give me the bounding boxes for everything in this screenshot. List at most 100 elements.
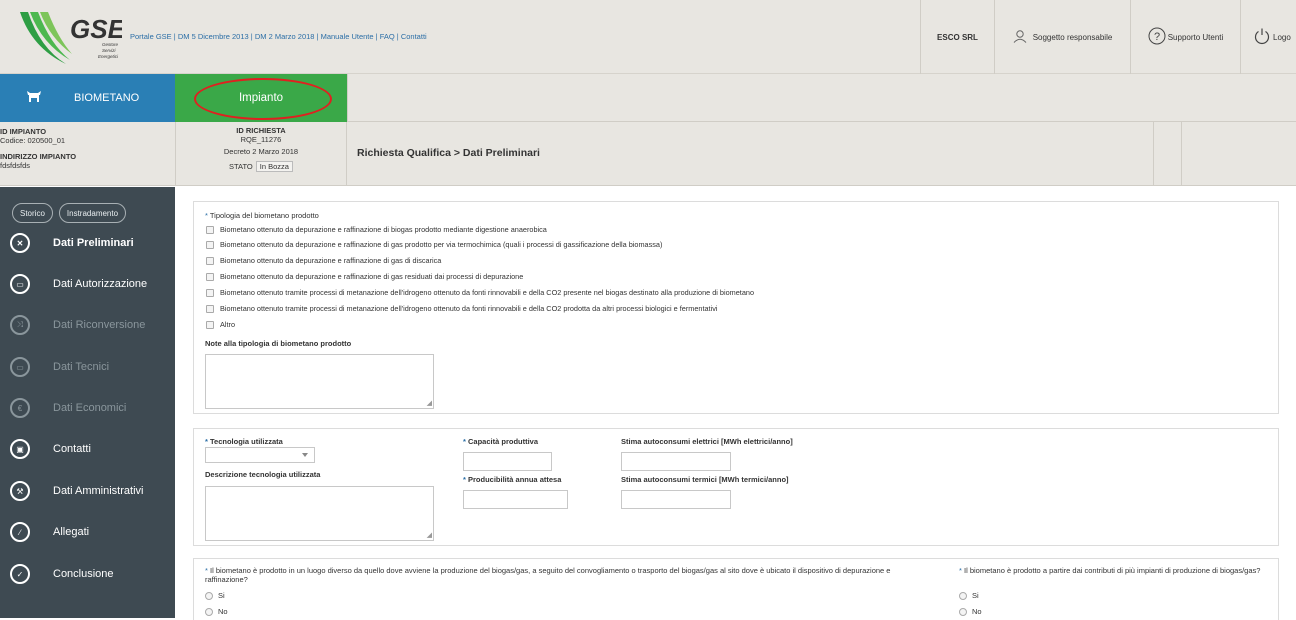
- wrench-icon: ⚒: [10, 481, 30, 501]
- sidebar-item-conclusione[interactable]: ✓ Conclusione: [10, 560, 114, 588]
- tab-bar-filler: [347, 74, 1296, 122]
- sidebar-item-dati-riconversione[interactable]: ⤨ Dati Riconversione: [10, 311, 145, 339]
- autocons-el-input[interactable]: [621, 452, 731, 471]
- sidebar-item-label: Dati Tecnici: [53, 361, 110, 373]
- tipologia-option-3[interactable]: Biometano ottenuto da depurazione e raff…: [206, 256, 441, 265]
- svg-text:Servizi: Servizi: [102, 48, 117, 53]
- radio-button[interactable]: [205, 607, 213, 616]
- q2-label-wrap: * Il biometano è prodotto a partire dai …: [959, 566, 1261, 575]
- id-impianto-label: ID IMPIANTO: [0, 127, 47, 136]
- tecnologia-label-wrap: * Tecnologia utilizzata: [205, 437, 283, 446]
- producibilita-label-wrap: * Producibilità annua attesa: [463, 475, 562, 484]
- contact-card-icon: ▣: [10, 439, 30, 459]
- role-label: Soggetto responsabile: [1032, 32, 1113, 42]
- radio-label: No: [218, 607, 228, 616]
- sidebar-item-label: Contatti: [53, 443, 91, 455]
- storico-button[interactable]: Storico: [12, 203, 53, 223]
- radio-button[interactable]: [205, 591, 213, 600]
- support-menu[interactable]: ? Supporto Utenti: [1130, 0, 1240, 74]
- support-label: Supporto Utenti: [1167, 32, 1224, 42]
- tipologia-panel: * Tipologia del biometano prodotto Biome…: [193, 201, 1279, 414]
- checkbox[interactable]: [206, 288, 214, 297]
- company-name: ESCO SRL: [920, 0, 994, 74]
- option-label: Biometano ottenuto da depurazione e raff…: [220, 256, 442, 265]
- descr-tecnologia-label: Descrizione tecnologia utilizzata: [205, 470, 321, 479]
- tab-biometano[interactable]: BIOMETANO: [0, 74, 175, 122]
- radio-label: Si: [218, 591, 225, 600]
- sidebar-item-dati-autorizzazione[interactable]: ▭ Dati Autorizzazione: [10, 270, 147, 298]
- indirizzo-value: fdsfdsfds: [0, 160, 31, 170]
- impianto-info: ID IMPIANTO Codice: 020500_01 INDIRIZZO …: [0, 122, 175, 186]
- link-portale[interactable]: Portale GSE: [130, 32, 172, 41]
- indirizzo-label: INDIRIZZO IMPIANTO: [0, 152, 77, 161]
- link-manuale[interactable]: Manuale Utente: [321, 32, 374, 41]
- codice-impianto: Codice: 020500_01: [0, 135, 66, 145]
- logout-button[interactable]: Logo: [1240, 0, 1296, 74]
- q2-radio-si[interactable]: Si: [959, 591, 979, 600]
- link-contatti[interactable]: Contatti: [401, 32, 427, 41]
- note-textarea[interactable]: ◢: [205, 354, 434, 409]
- producibilita-label: Producibilità annua attesa: [468, 475, 562, 484]
- tipologia-option-altro[interactable]: Altro: [206, 320, 235, 329]
- capacita-input[interactable]: [463, 452, 552, 471]
- autocons-term-label: Stima autoconsumi termici [MWh termici/a…: [621, 475, 789, 484]
- sidebar-item-allegati[interactable]: ∕ Allegati: [10, 518, 89, 546]
- user-icon: [1013, 29, 1027, 45]
- capacita-label: Capacità produttiva: [468, 437, 539, 446]
- checkbox[interactable]: [206, 225, 214, 234]
- sidebar-buttons: Storico Instradamento: [12, 203, 127, 223]
- tab-biometano-label: BIOMETANO: [74, 92, 140, 104]
- checkbox[interactable]: [206, 320, 214, 329]
- sidebar-item-dati-economici[interactable]: € Dati Economici: [10, 394, 126, 422]
- logout-label: Logo: [1273, 32, 1291, 42]
- option-label: Biometano ottenuto da depurazione e raff…: [220, 240, 663, 249]
- red-highlight-circle: [194, 78, 332, 120]
- checkbox[interactable]: [206, 272, 214, 281]
- checkbox[interactable]: [206, 304, 214, 313]
- link-faq[interactable]: FAQ: [380, 32, 395, 41]
- radio-button[interactable]: [959, 607, 967, 616]
- chevron-down-icon: [302, 453, 308, 457]
- sidebar-item-dati-preliminari[interactable]: ✕ Dati Preliminari: [10, 229, 134, 257]
- tipologia-option-2[interactable]: Biometano ottenuto da depurazione e raff…: [206, 240, 662, 249]
- q2-radio-no[interactable]: No: [959, 607, 982, 616]
- q1-radio-si[interactable]: Si: [205, 591, 225, 600]
- tipologia-option-6[interactable]: Biometano ottenuto tramite processi di m…: [206, 304, 717, 313]
- descr-tecnologia-textarea[interactable]: ◢: [205, 486, 434, 541]
- monitor-icon: ▭: [10, 357, 30, 377]
- tipologia-option-1[interactable]: Biometano ottenuto da depurazione e raff…: [206, 225, 547, 234]
- autocons-el-label: Stima autoconsumi elettrici [MWh elettri…: [621, 437, 793, 446]
- tipologia-option-4[interactable]: Biometano ottenuto da depurazione e raff…: [206, 272, 523, 281]
- tipologia-option-5[interactable]: Biometano ottenuto tramite processi di m…: [206, 288, 754, 297]
- producibilita-input[interactable]: [463, 490, 568, 509]
- tipologia-label-wrap: * Tipologia del biometano prodotto: [205, 211, 319, 220]
- radio-button[interactable]: [959, 591, 967, 600]
- tecnologia-select[interactable]: [205, 447, 315, 463]
- info-cell-blank-2: [1181, 122, 1296, 186]
- sidebar-item-contatti[interactable]: ▣ Contatti: [10, 435, 91, 463]
- sidebar-item-label: Dati Preliminari: [53, 237, 134, 249]
- sidebar: Storico Instradamento ✕ Dati Preliminari …: [0, 187, 175, 618]
- decreto-label: Decreto 2 Marzo 2018: [223, 147, 299, 156]
- autocons-term-input[interactable]: [621, 490, 731, 509]
- link-dm-2018[interactable]: DM 2 Marzo 2018: [255, 32, 315, 41]
- option-label: Biometano ottenuto da depurazione e raff…: [220, 272, 524, 281]
- sidebar-item-dati-tecnici[interactable]: ▭ Dati Tecnici: [10, 353, 109, 381]
- logo-text: GSE: [70, 14, 122, 44]
- gse-logo[interactable]: GSE Gestore Servizi Energetici: [18, 8, 126, 66]
- instradamento-button[interactable]: Instradamento: [58, 203, 127, 223]
- stato-badge: In Bozza: [255, 161, 293, 172]
- option-label: Biometano ottenuto tramite processi di m…: [220, 304, 718, 313]
- q1-radio-no[interactable]: No: [205, 607, 228, 616]
- breadcrumb: Richiesta Qualifica > Dati Preliminari: [357, 147, 540, 159]
- role-menu[interactable]: Soggetto responsabile: [994, 0, 1130, 74]
- info-bar: ID IMPIANTO Codice: 020500_01 INDIRIZZO …: [0, 122, 1296, 186]
- power-icon: [1253, 27, 1271, 47]
- calendar-icon: ▭: [10, 274, 30, 294]
- link-dm-2013[interactable]: DM 5 Dicembre 2013: [178, 32, 249, 41]
- checkbox[interactable]: [206, 240, 214, 249]
- sidebar-item-dati-amministrativi[interactable]: ⚒ Dati Amministrativi: [10, 477, 143, 505]
- checkbox[interactable]: [206, 256, 214, 265]
- sidebar-item-label: Dati Autorizzazione: [53, 278, 148, 290]
- note-label: Note alla tipologia di biometano prodott…: [205, 339, 352, 348]
